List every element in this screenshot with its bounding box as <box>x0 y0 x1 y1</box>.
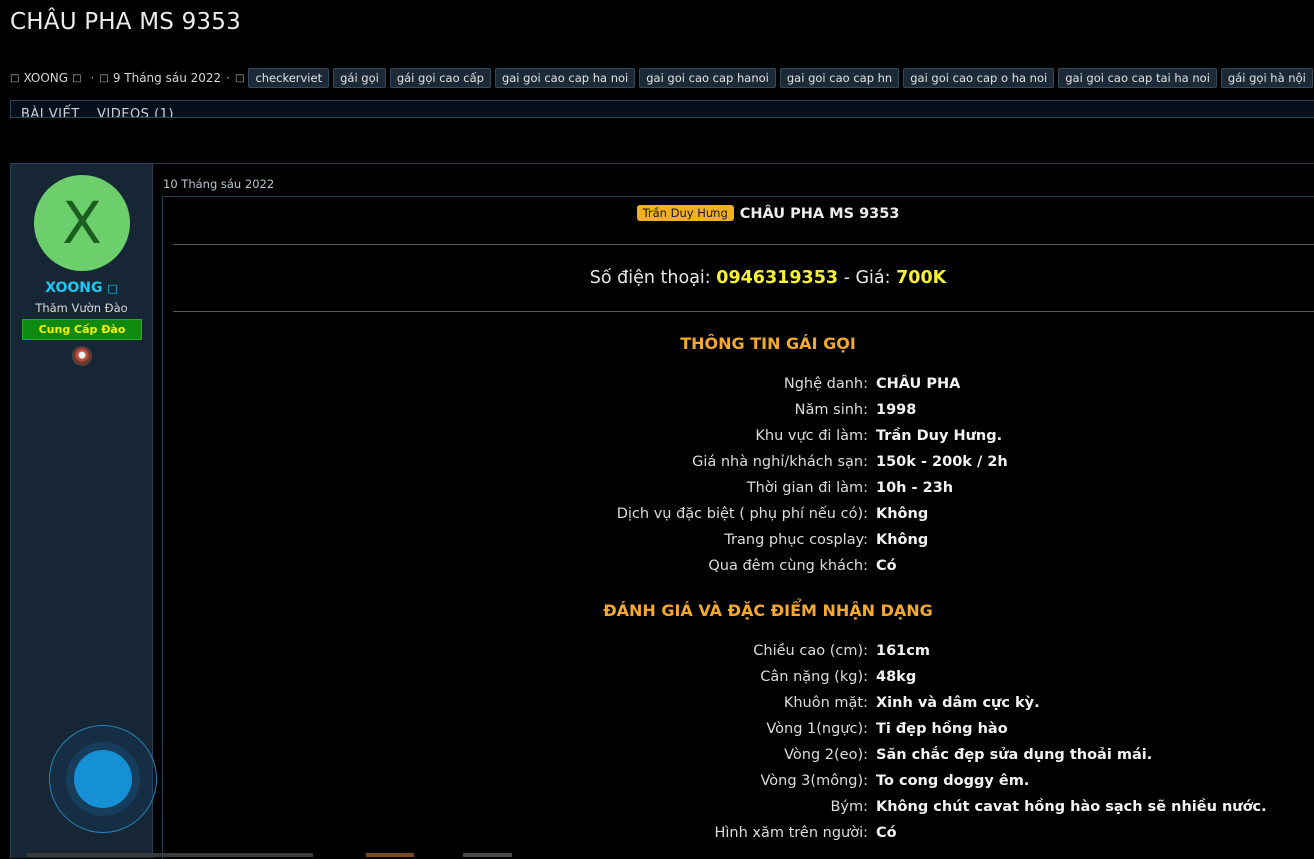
phone-price-line: Số điện thoại: 0946319353 - Giá: 700K <box>163 268 1314 288</box>
phone-number[interactable]: 0946319353 <box>716 268 838 288</box>
divider <box>173 311 1314 312</box>
clock-icon: □ <box>99 72 109 84</box>
row-value: Săn chắc đẹp sửa dụng thoải mái. <box>876 747 1153 763</box>
floating-action-button[interactable] <box>74 750 132 808</box>
tag-list: checkerviet gái gọi gái gọi cao cấp gai goi… <box>248 68 1314 88</box>
tag-chip[interactable]: checkerviet <box>248 68 330 88</box>
row-value: Trần Duy Hưng. <box>876 428 1003 444</box>
username-text: XOONG <box>45 280 103 296</box>
row-value: Không <box>876 532 929 548</box>
row-value: Có <box>876 558 897 574</box>
divider <box>173 244 1314 245</box>
tag-chip[interactable]: gái gọi <box>333 68 386 88</box>
row-value: CHÂU PHA <box>876 376 961 392</box>
phone-label: Số điện thoại: <box>589 268 711 288</box>
row-value: To cong doggy êm. <box>876 773 1030 789</box>
author-icon: □ <box>72 72 82 84</box>
row-label: Chiều cao (cm): <box>753 643 868 659</box>
row-value: 1998 <box>876 402 917 418</box>
scrollbar-segment[interactable] <box>463 853 512 857</box>
row-label: Cân nặng (kg): <box>760 669 868 685</box>
user-title: Thăm Vườn Đào <box>35 301 128 315</box>
tag-chip[interactable]: gai goi cao cap hanoi <box>639 68 776 88</box>
info-row: Vòng 1(ngực): Ti đẹp hồng hào <box>163 721 1314 747</box>
price-label: - Giá: <box>838 268 891 288</box>
row-label: Qua đêm cùng khách: <box>708 558 868 574</box>
row-value: 10h - 23h <box>876 480 954 496</box>
scrollbar-segment[interactable] <box>366 853 414 857</box>
price-value: 700K <box>896 268 947 288</box>
post-container: X XOONG □ Thăm Vườn Đào Cung Cấp Đào 10 … <box>10 163 1314 859</box>
info-row: Chiều cao (cm): 161cm <box>163 643 1314 669</box>
page-title: CHÂU PHA MS 9353 <box>10 9 241 35</box>
verified-icon: □ <box>107 282 118 295</box>
row-label: Khu vực đi làm: <box>755 428 868 444</box>
row-label: Khuôn mặt: <box>783 695 868 711</box>
profile-tabs: BÀI VIẾT VIDEOS (1) <box>10 100 1314 118</box>
tag-chip[interactable]: gái gọi hà nội <box>1220 68 1313 88</box>
post-date[interactable]: 10 Tháng sáu 2022 <box>163 177 274 191</box>
info-row: Khuôn mặt: Xinh và dâm cực kỳ. <box>163 695 1314 721</box>
award-icon[interactable] <box>72 346 92 366</box>
user-banner: Cung Cấp Đào <box>22 319 142 340</box>
post-heading-text: CHÂU PHA MS 9353 <box>739 206 900 222</box>
info-row: Vòng 3(mông): To cong doggy êm. <box>163 773 1314 799</box>
info-row: Nghệ danh: CHÂU PHA <box>163 376 1314 402</box>
tag-chip[interactable]: gai goi cao cap hn <box>779 68 900 88</box>
tag-chip[interactable]: gai goi cao cap o ha noi <box>903 68 1055 88</box>
row-label: Vòng 1(ngực): <box>766 721 868 737</box>
tabs-divider <box>10 117 1314 118</box>
row-label: Bým: <box>830 799 868 815</box>
row-label: Trang phục cosplay: <box>724 532 868 548</box>
prefix-badge[interactable]: Trần Duy Hưng <box>636 205 734 221</box>
row-value: Xinh và dâm cực kỳ. <box>876 695 1040 711</box>
info-row: Vòng 2(eo): Săn chắc đẹp sửa dụng thoải m… <box>163 747 1314 773</box>
info-row: Thời gian đi làm: 10h - 23h <box>163 480 1314 506</box>
post-content: Trần Duy Hưng CHÂU PHA MS 9353 Số điện th… <box>162 196 1314 859</box>
row-value: Không chút cavat hồng hào sạch sẽ nhiều … <box>876 799 1267 815</box>
thread-meta-row: □ XOONG □ · □ 9 Tháng sáu 2022 · □ check… <box>10 67 1314 89</box>
tag-icon: □ <box>234 72 245 84</box>
row-label: Giá nhà nghỉ/khách sạn: <box>692 454 868 470</box>
meta-separator: · <box>90 71 95 85</box>
scrollbar-track[interactable] <box>27 853 313 857</box>
section-title-details: ĐÁNH GIÁ VÀ ĐẶC ĐIỂM NHẬN DẠNG <box>603 601 933 620</box>
row-value: Không <box>876 506 929 522</box>
thread-author[interactable]: XOONG <box>23 71 68 85</box>
row-value: 161cm <box>876 643 930 659</box>
row-value: Ti đẹp hồng hào <box>876 721 1008 737</box>
row-value: 48kg <box>876 669 917 685</box>
row-label: Vòng 2(eo): <box>784 747 868 763</box>
info-row: Qua đêm cùng khách: Có <box>163 558 1314 584</box>
row-label: Thời gian đi làm: <box>746 480 868 496</box>
avatar[interactable]: X <box>34 175 130 271</box>
row-label: Vòng 3(mông): <box>760 773 868 789</box>
info-row: Năm sinh: 1998 <box>163 402 1314 428</box>
username[interactable]: XOONG □ <box>11 280 152 296</box>
info-row: Cân nặng (kg): 48kg <box>163 669 1314 695</box>
row-label: Năm sinh: <box>794 402 868 418</box>
info-row: Khu vực đi làm: Trần Duy Hưng. <box>163 428 1314 454</box>
row-label: Nghệ danh: <box>783 376 868 392</box>
info-row: Giá nhà nghỉ/khách sạn: 150k - 200k / 2h <box>163 454 1314 480</box>
thread-date[interactable]: 9 Tháng sáu 2022 <box>113 71 221 85</box>
tag-chip[interactable]: gai goi cao cap tai ha noi <box>1058 68 1217 88</box>
row-label: Hình xăm trên người: <box>714 825 868 841</box>
user-icon: □ <box>10 72 20 84</box>
info-row: Hình xăm trên người: Có <box>163 825 1314 851</box>
info-row: Bým: Không chút cavat hồng hào sạch sẽ nh… <box>163 799 1314 825</box>
tag-chip[interactable]: gai goi cao cap ha noi <box>494 68 636 88</box>
tag-chip[interactable]: gái gọi cao cấp <box>389 68 491 88</box>
section-title-info: THÔNG TIN GÁI GỌI <box>680 334 856 353</box>
meta-separator: · <box>226 71 230 85</box>
info-row: Dịch vụ đặc biệt ( phụ phí nếu có): Không <box>163 506 1314 532</box>
post-heading: Trần Duy Hưng CHÂU PHA MS 9353 <box>163 205 1314 222</box>
row-value: 150k - 200k / 2h <box>876 454 1008 470</box>
info-row: Trang phục cosplay: Không <box>163 532 1314 558</box>
row-value: Có <box>876 825 897 841</box>
row-label: Dịch vụ đặc biệt ( phụ phí nếu có): <box>616 506 868 522</box>
